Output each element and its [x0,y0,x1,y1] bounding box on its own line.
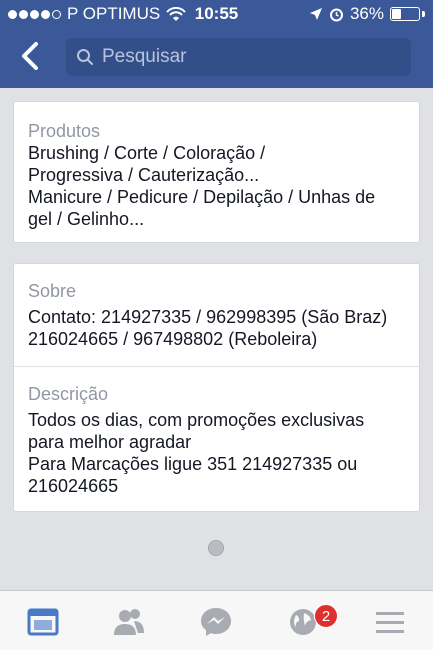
description-line: Todos os dias, com promoções exclusivas [28,410,365,430]
description-line: para melhor agradar [28,432,192,452]
messenger-icon[interactable] [199,605,233,639]
location-arrow-icon [309,8,322,20]
products-card: Produtos Brushing / Corte / Coloração / … [13,101,420,243]
battery-percentage: 36% [349,4,384,23]
about-section: Sobre Contato: 214927335 / 962998395 (Sã… [14,264,419,366]
search-input[interactable]: Pesquisar [66,38,411,76]
loading-indicator [208,540,224,556]
status-bar: P OPTIMUS 10:55 36% [0,0,433,28]
description-section: Descrição Todos os dias, com promoções e… [14,367,419,497]
search-placeholder: Pesquisar [102,46,187,67]
about-label: Sobre [28,281,77,301]
description-line: Para Marcações ligue 351 214927335 ou [28,454,358,474]
description-label: Descrição [28,384,109,404]
search-icon [77,49,93,65]
about-card: Sobre Contato: 214927335 / 962998395 (Sã… [13,263,420,512]
alarm-clock-icon [329,8,343,21]
contact-line: 216024665 / 967498802 (Reboleira) [28,329,318,349]
header-bar: P OPTIMUS 10:55 36% Pesquisar [0,0,433,88]
news-feed-icon[interactable] [26,605,60,639]
products-line: Progressiva / Cauterização... [28,165,260,185]
tab-bar [0,590,433,650]
battery-icon [390,7,420,21]
products-line: Brushing / Corte / Coloração / [28,143,266,163]
chevron-left-icon[interactable] [14,38,50,74]
description-line: 216024665 [28,476,119,496]
menu-icon[interactable] [373,605,407,639]
contact-line: Contato: 214927335 / 962998395 (São Braz… [28,307,388,327]
products-line: gel / Gelinho... [28,209,145,229]
friend-requests-icon[interactable] [112,605,146,639]
products-label: Produtos [28,121,101,141]
notifications-badge: 2 [314,604,338,628]
products-line: Manicure / Pedicure / Depilação / Unhas … [28,187,376,207]
